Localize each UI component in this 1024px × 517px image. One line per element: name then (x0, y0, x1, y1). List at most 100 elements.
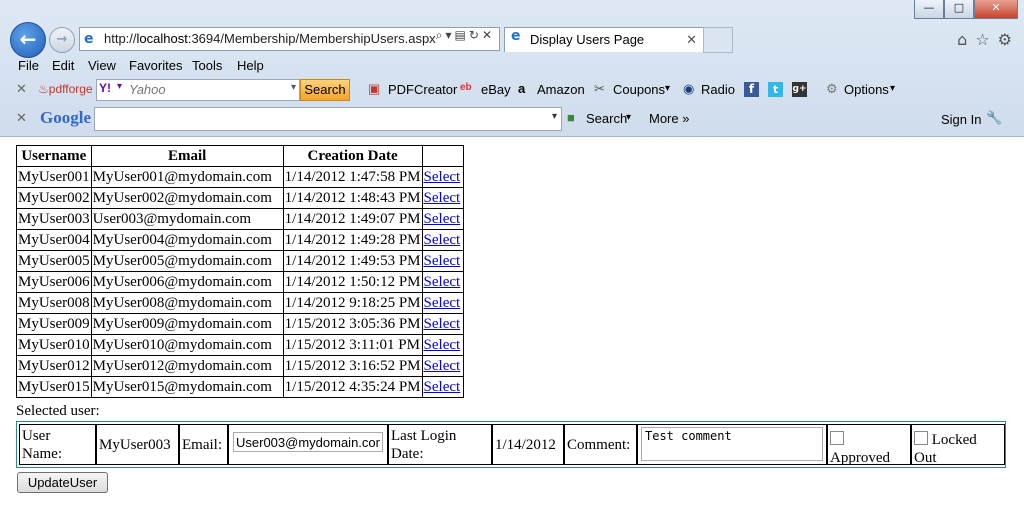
select-link[interactable]: Select (424, 337, 461, 353)
select-link[interactable]: Select (424, 253, 461, 269)
chevron-down-icon[interactable]: ▾ (552, 111, 557, 122)
menu-file[interactable]: File (18, 58, 39, 73)
minimize-button[interactable]: — (914, 0, 944, 19)
address-tools[interactable]: ⌕▾▤↻✕ (436, 28, 495, 43)
email-cell: User003@mydomain.com (90, 208, 284, 230)
gear-icon[interactable]: ⚙ (998, 30, 1012, 49)
yahoo-search-button[interactable]: Search (300, 79, 350, 101)
search-icon[interactable]: ⌕ (436, 28, 446, 42)
coupons-dropdown-icon[interactable]: ▾ (665, 83, 670, 94)
refresh-icon[interactable]: ↻ (469, 28, 482, 42)
close-toolbar-icon[interactable]: ✕ (16, 82, 27, 97)
email-cell: MyUser004@mydomain.com (90, 229, 284, 251)
google-search-button[interactable]: Search (586, 111, 627, 126)
email-cell: MyUser005@mydomain.com (90, 250, 284, 272)
username-cell: MyUser002 (16, 187, 92, 209)
options-gear-icon: ⚙ (826, 81, 838, 96)
favorites-star-icon[interactable]: ☆ (975, 30, 989, 49)
select-link[interactable]: Select (424, 379, 461, 395)
maximize-button[interactable]: □ (944, 0, 974, 19)
new-tab-button[interactable] (703, 27, 733, 53)
yahoo-placeholder: Yahoo (129, 82, 166, 97)
tab-display-users[interactable]: e Display Users Page ✕ (504, 27, 704, 52)
close-window-button[interactable]: ✕ (974, 0, 1018, 19)
stop-icon[interactable]: ✕ (482, 28, 495, 42)
window-controls: — □ ✕ (914, 0, 1018, 19)
email-label: Email: (179, 424, 228, 465)
table-row: MyUser004 MyUser004@mydomain.com 1/14/2012… (16, 229, 464, 251)
close-google-toolbar-icon[interactable]: ✕ (16, 111, 27, 126)
selected-user-label: Selected user: (16, 403, 100, 419)
toolbar-ebay[interactable]: eBay (481, 82, 511, 97)
menu-help[interactable]: Help (237, 58, 264, 73)
creation-date-cell: 1/14/2012 9:18:25 PM (282, 292, 423, 314)
facebook-icon[interactable]: f (744, 82, 759, 97)
options-dropdown-icon[interactable]: ▾ (890, 83, 895, 94)
back-button[interactable]: ← (10, 22, 46, 58)
close-tab-icon[interactable]: ✕ (686, 28, 697, 52)
compat-view-icon[interactable]: ▤ (455, 28, 469, 42)
select-link[interactable]: Select (424, 358, 461, 374)
select-cell: Select (421, 376, 464, 398)
username-cell: MyUser003 (16, 208, 92, 230)
forward-button[interactable]: → (49, 27, 75, 53)
select-cell: Select (421, 250, 464, 272)
dropdown-icon[interactable]: ▾ (446, 28, 455, 42)
toolbar-options[interactable]: Options (844, 82, 889, 97)
header-creation-date: Creation Date (282, 145, 423, 167)
select-link[interactable]: Select (424, 295, 461, 311)
google-search-input[interactable]: ▾ (94, 107, 562, 131)
google-plus-icon[interactable]: g+ (792, 82, 807, 97)
table-row: MyUser003 User003@mydomain.com 1/14/2012 1… (16, 208, 464, 230)
email-field[interactable] (233, 432, 383, 452)
locked-out-checkbox[interactable] (914, 431, 928, 445)
username-cell: MyUser008 (16, 292, 92, 314)
home-icon[interactable]: ⌂ (957, 30, 967, 49)
username-cell: MyUser015 (16, 376, 92, 398)
header-select (421, 145, 464, 167)
menu-tools[interactable]: Tools (192, 58, 222, 73)
toolbar-radio[interactable]: Radio (701, 82, 735, 97)
chevron-down-icon[interactable]: ▾ (291, 82, 296, 93)
update-user-button[interactable]: UpdateUser (17, 472, 108, 493)
address-url[interactable]: http://localhost:3694/Membership/Members… (104, 28, 436, 50)
menu-favorites[interactable]: Favorites (129, 58, 182, 73)
address-bar[interactable]: e http://localhost:3694/Membership/Membe… (79, 27, 500, 51)
select-cell: Select (421, 229, 464, 251)
select-link[interactable]: Select (424, 232, 461, 248)
sign-in-link[interactable]: Sign In (941, 112, 981, 127)
creation-date-cell: 1/14/2012 1:48:43 PM (282, 187, 423, 209)
toolbar-amazon[interactable]: Amazon (537, 82, 585, 97)
wrench-icon[interactable]: 🔧 (986, 110, 1002, 126)
comment-field[interactable]: Test comment (641, 427, 823, 461)
menu-view[interactable]: View (88, 58, 116, 73)
select-cell: Select (421, 208, 464, 230)
user-name-label: User Name: (19, 424, 96, 465)
approved-checkbox[interactable] (830, 431, 844, 445)
approved-label: Approved (830, 450, 890, 466)
search-dropdown-icon[interactable]: ▾ (626, 112, 631, 123)
email-cell: MyUser006@mydomain.com (90, 271, 284, 293)
email-cell: MyUser001@mydomain.com (90, 166, 284, 188)
table-row: MyUser009 MyUser009@mydomain.com 1/15/2012… (16, 313, 464, 335)
menu-bar: File Edit View Favorites Tools Help (0, 56, 1024, 76)
select-link[interactable]: Select (424, 316, 461, 332)
toolbar-pdfcreator[interactable]: PDFCreator (388, 82, 457, 97)
users-grid: Username Email Creation Date MyUser001 My… (16, 145, 464, 398)
toolbar-coupons[interactable]: Coupons (613, 82, 665, 97)
select-link[interactable]: Select (424, 211, 461, 227)
twitter-icon[interactable]: t (768, 82, 783, 97)
ie-page-icon: e (84, 31, 94, 47)
table-row: MyUser010 MyUser010@mydomain.com 1/15/2012… (16, 334, 464, 356)
table-row: MyUser002 MyUser002@mydomain.com 1/14/2012… (16, 187, 464, 209)
yahoo-dropdown-icon[interactable]: ▾ (117, 81, 122, 92)
menu-edit[interactable]: Edit (52, 58, 74, 73)
yahoo-search-input[interactable]: Y! ▾ Yahoo ▾ (96, 79, 300, 101)
email-cell: MyUser002@mydomain.com (90, 187, 284, 209)
select-link[interactable]: Select (424, 169, 461, 185)
creation-date-cell: 1/15/2012 3:16:52 PM (282, 355, 423, 377)
ebay-icon: eb (460, 82, 472, 93)
select-link[interactable]: Select (424, 190, 461, 206)
select-link[interactable]: Select (424, 274, 461, 290)
google-more-button[interactable]: More » (649, 111, 689, 126)
